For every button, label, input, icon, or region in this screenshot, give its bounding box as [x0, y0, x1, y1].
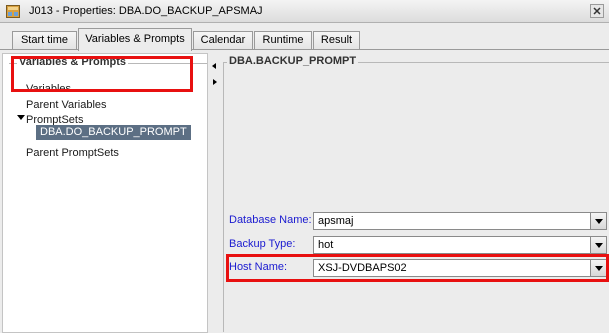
host-name-highlight — [226, 254, 609, 282]
combo-value: apsmaj — [318, 215, 354, 227]
tab-variables-prompts[interactable]: Variables & Prompts — [78, 28, 192, 51]
chevron-down-icon[interactable] — [590, 213, 606, 229]
promptset-highlight — [11, 56, 193, 92]
chevron-down-icon[interactable] — [590, 237, 606, 253]
tab-label: Runtime — [262, 34, 304, 46]
variables-prompts-tree-panel: Variables & Prompts Variables Parent Var… — [2, 53, 208, 333]
database-name-label: Database Name: — [229, 214, 312, 226]
tree-item-do-backup-prompt[interactable]: DBA.DO_BACKUP_PROMPT — [36, 125, 191, 140]
tab-result[interactable]: Result — [313, 31, 360, 50]
tab-label: Variables & Prompts — [85, 33, 185, 45]
tab-label: Start time — [20, 34, 69, 46]
database-name-combo[interactable]: apsmaj — [313, 212, 607, 230]
backup-type-label: Backup Type: — [229, 238, 296, 250]
close-icon[interactable] — [590, 4, 604, 18]
tab-label: Result — [320, 34, 353, 46]
prompt-set-panel: DBA.BACKUP_PROMPT Database Name: apsmaj … — [221, 53, 609, 333]
window-title: J013 - Properties: DBA.DO_BACKUP_APSMAJ — [29, 5, 263, 17]
tab-label: Calendar — [200, 34, 246, 46]
collapse-right-icon[interactable] — [213, 79, 217, 85]
expand-arrow-icon[interactable] — [17, 115, 25, 120]
tree-item-parent-variables[interactable]: Parent Variables — [26, 99, 107, 111]
panel-splitter[interactable] — [210, 53, 219, 333]
backup-type-combo[interactable]: hot — [313, 236, 607, 254]
collapse-left-icon[interactable] — [212, 63, 216, 69]
tab-bar: Start time Variables & Prompts Calendar … — [0, 23, 609, 51]
tab-calendar[interactable]: Calendar — [193, 31, 253, 50]
panel-border — [223, 62, 224, 332]
job-icon — [6, 5, 20, 18]
combo-value: hot — [318, 239, 334, 251]
tab-runtime[interactable]: Runtime — [254, 31, 312, 50]
title-bar: J013 - Properties: DBA.DO_BACKUP_APSMAJ — [0, 0, 609, 23]
panel-legend: DBA.BACKUP_PROMPT — [227, 55, 359, 67]
tree-item-parent-promptsets[interactable]: Parent PromptSets — [26, 147, 119, 159]
tab-start-time[interactable]: Start time — [12, 31, 77, 50]
